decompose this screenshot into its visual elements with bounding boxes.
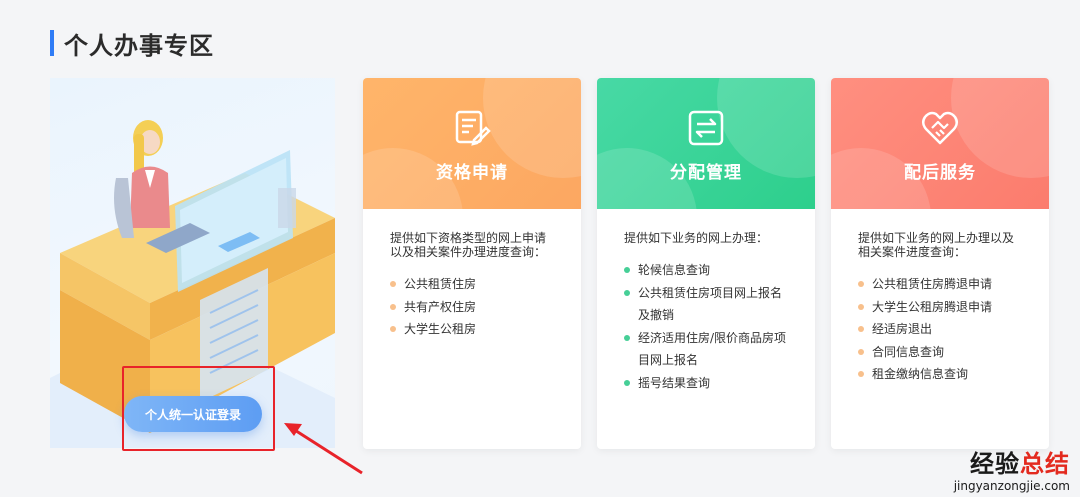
watermark-url: jingyanzongjie.com [953, 479, 1070, 493]
list-item[interactable]: 合同信息查询 [858, 341, 1023, 364]
list-item[interactable]: 大学生公租房 [390, 318, 555, 341]
list-item[interactable]: 摇号结果查询 [624, 372, 789, 395]
list-item[interactable]: 经适房退出 [858, 318, 1023, 341]
title-accent-bar [50, 30, 54, 56]
list-item[interactable]: 经济适用住房/限价商品房项目网上报名 [624, 327, 789, 372]
arrow-icon [284, 423, 363, 475]
card-description: 提供如下资格类型的网上申请以及相关案件办理进度查询： [390, 231, 547, 259]
section-title: 个人办事专区 [64, 31, 214, 60]
list-item[interactable]: 大学生公租房腾退申请 [858, 296, 1023, 319]
card-title: 配后服务 [904, 163, 976, 183]
card-header: 资格申请 [363, 78, 581, 209]
card-description: 提供如下业务的网上办理： [624, 231, 769, 245]
document-edit-icon [455, 110, 491, 146]
card-allocation-management[interactable]: 分配管理 提供如下业务的网上办理： 轮候信息查询 公共租赁住房项目网上报名及撤销… [597, 78, 815, 449]
card-item-list: 轮候信息查询 公共租赁住房项目网上报名及撤销 经济适用住房/限价商品房项目网上报… [624, 259, 789, 394]
card-title: 资格申请 [436, 163, 508, 183]
list-item[interactable]: 公共租赁住房项目网上报名及撤销 [624, 282, 789, 327]
card-header: 配后服务 [831, 78, 1049, 209]
card-header: 分配管理 [597, 78, 815, 209]
heart-handshake-icon [922, 111, 958, 145]
card-item-list: 公共租赁住房腾退申请 大学生公租房腾退申请 经适房退出 合同信息查询 租金缴纳信… [858, 273, 1023, 386]
list-item[interactable]: 共有产权住房 [390, 296, 555, 319]
list-item[interactable]: 公共租赁住房 [390, 273, 555, 296]
watermark: 经验总结 jingyanzongjie.com [954, 444, 1070, 493]
list-item[interactable]: 轮候信息查询 [624, 259, 789, 282]
list-item[interactable]: 租金缴纳信息查询 [858, 363, 1023, 386]
list-item[interactable]: 公共租赁住房腾退申请 [858, 273, 1023, 296]
card-item-list: 公共租赁住房 共有产权住房 大学生公租房 [390, 273, 555, 341]
card-post-allocation-service[interactable]: 配后服务 提供如下业务的网上办理以及相关案件进度查询： 公共租赁住房腾退申请 大… [831, 78, 1049, 449]
card-title: 分配管理 [670, 163, 742, 183]
watermark-text: 经验总结 [970, 450, 1070, 478]
card-qualification-application[interactable]: 资格申请 提供如下资格类型的网上申请以及相关案件办理进度查询： 公共租赁住房 共… [363, 78, 581, 449]
exchange-icon [688, 110, 724, 146]
section-header: 个人办事专区 [50, 27, 214, 60]
card-description: 提供如下业务的网上办理以及相关案件进度查询： [858, 231, 1015, 259]
highlight-box [122, 366, 275, 451]
